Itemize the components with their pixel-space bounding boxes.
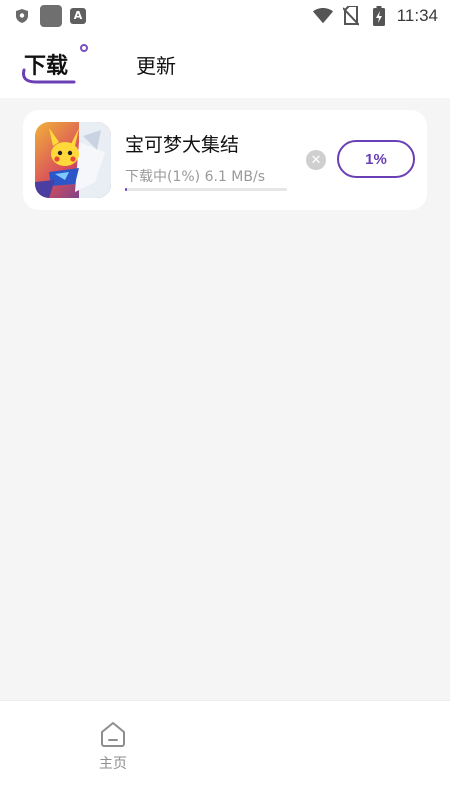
close-icon: ✕: [310, 152, 322, 168]
download-progress-button[interactable]: 1%: [337, 140, 415, 178]
download-item[interactable]: 宝可梦大集结 下载中(1%) 6.1 MB/s ✕ 1%: [23, 110, 427, 210]
download-progress-fill: [125, 188, 128, 191]
home-icon: [101, 722, 125, 747]
cancel-download-button[interactable]: ✕: [306, 150, 326, 170]
shield-icon: [12, 6, 32, 26]
clock-time: 11:34: [396, 6, 438, 25]
tab-update[interactable]: 更新: [136, 50, 176, 79]
tab-active-indicator: [22, 68, 76, 84]
a-icon: A: [70, 8, 86, 24]
status-left-icons: A: [12, 5, 86, 27]
wifi-icon: [312, 6, 333, 26]
download-list: 宝可梦大集结 下载中(1%) 6.1 MB/s ✕ 1%: [0, 98, 450, 700]
nav-home-label: 主页: [99, 756, 127, 772]
battery-charging-icon: [369, 6, 389, 26]
app-name: 宝可梦大集结: [125, 134, 240, 156]
no-sim-icon: [341, 6, 361, 26]
app-icon: [35, 122, 111, 198]
nav-home[interactable]: 主页: [88, 721, 138, 781]
status-right-icons: 11:34: [312, 6, 438, 26]
download-progress-bar: [125, 188, 287, 191]
status-bar: A 11:34: [0, 0, 450, 32]
top-tabs: 下载 更新: [0, 32, 450, 98]
bottom-navigation: 主页: [0, 700, 450, 800]
tab-dot-decoration: [80, 44, 88, 52]
download-status: 下载中(1%) 6.1 MB/s: [125, 169, 265, 185]
app-square-icon: [40, 5, 62, 27]
